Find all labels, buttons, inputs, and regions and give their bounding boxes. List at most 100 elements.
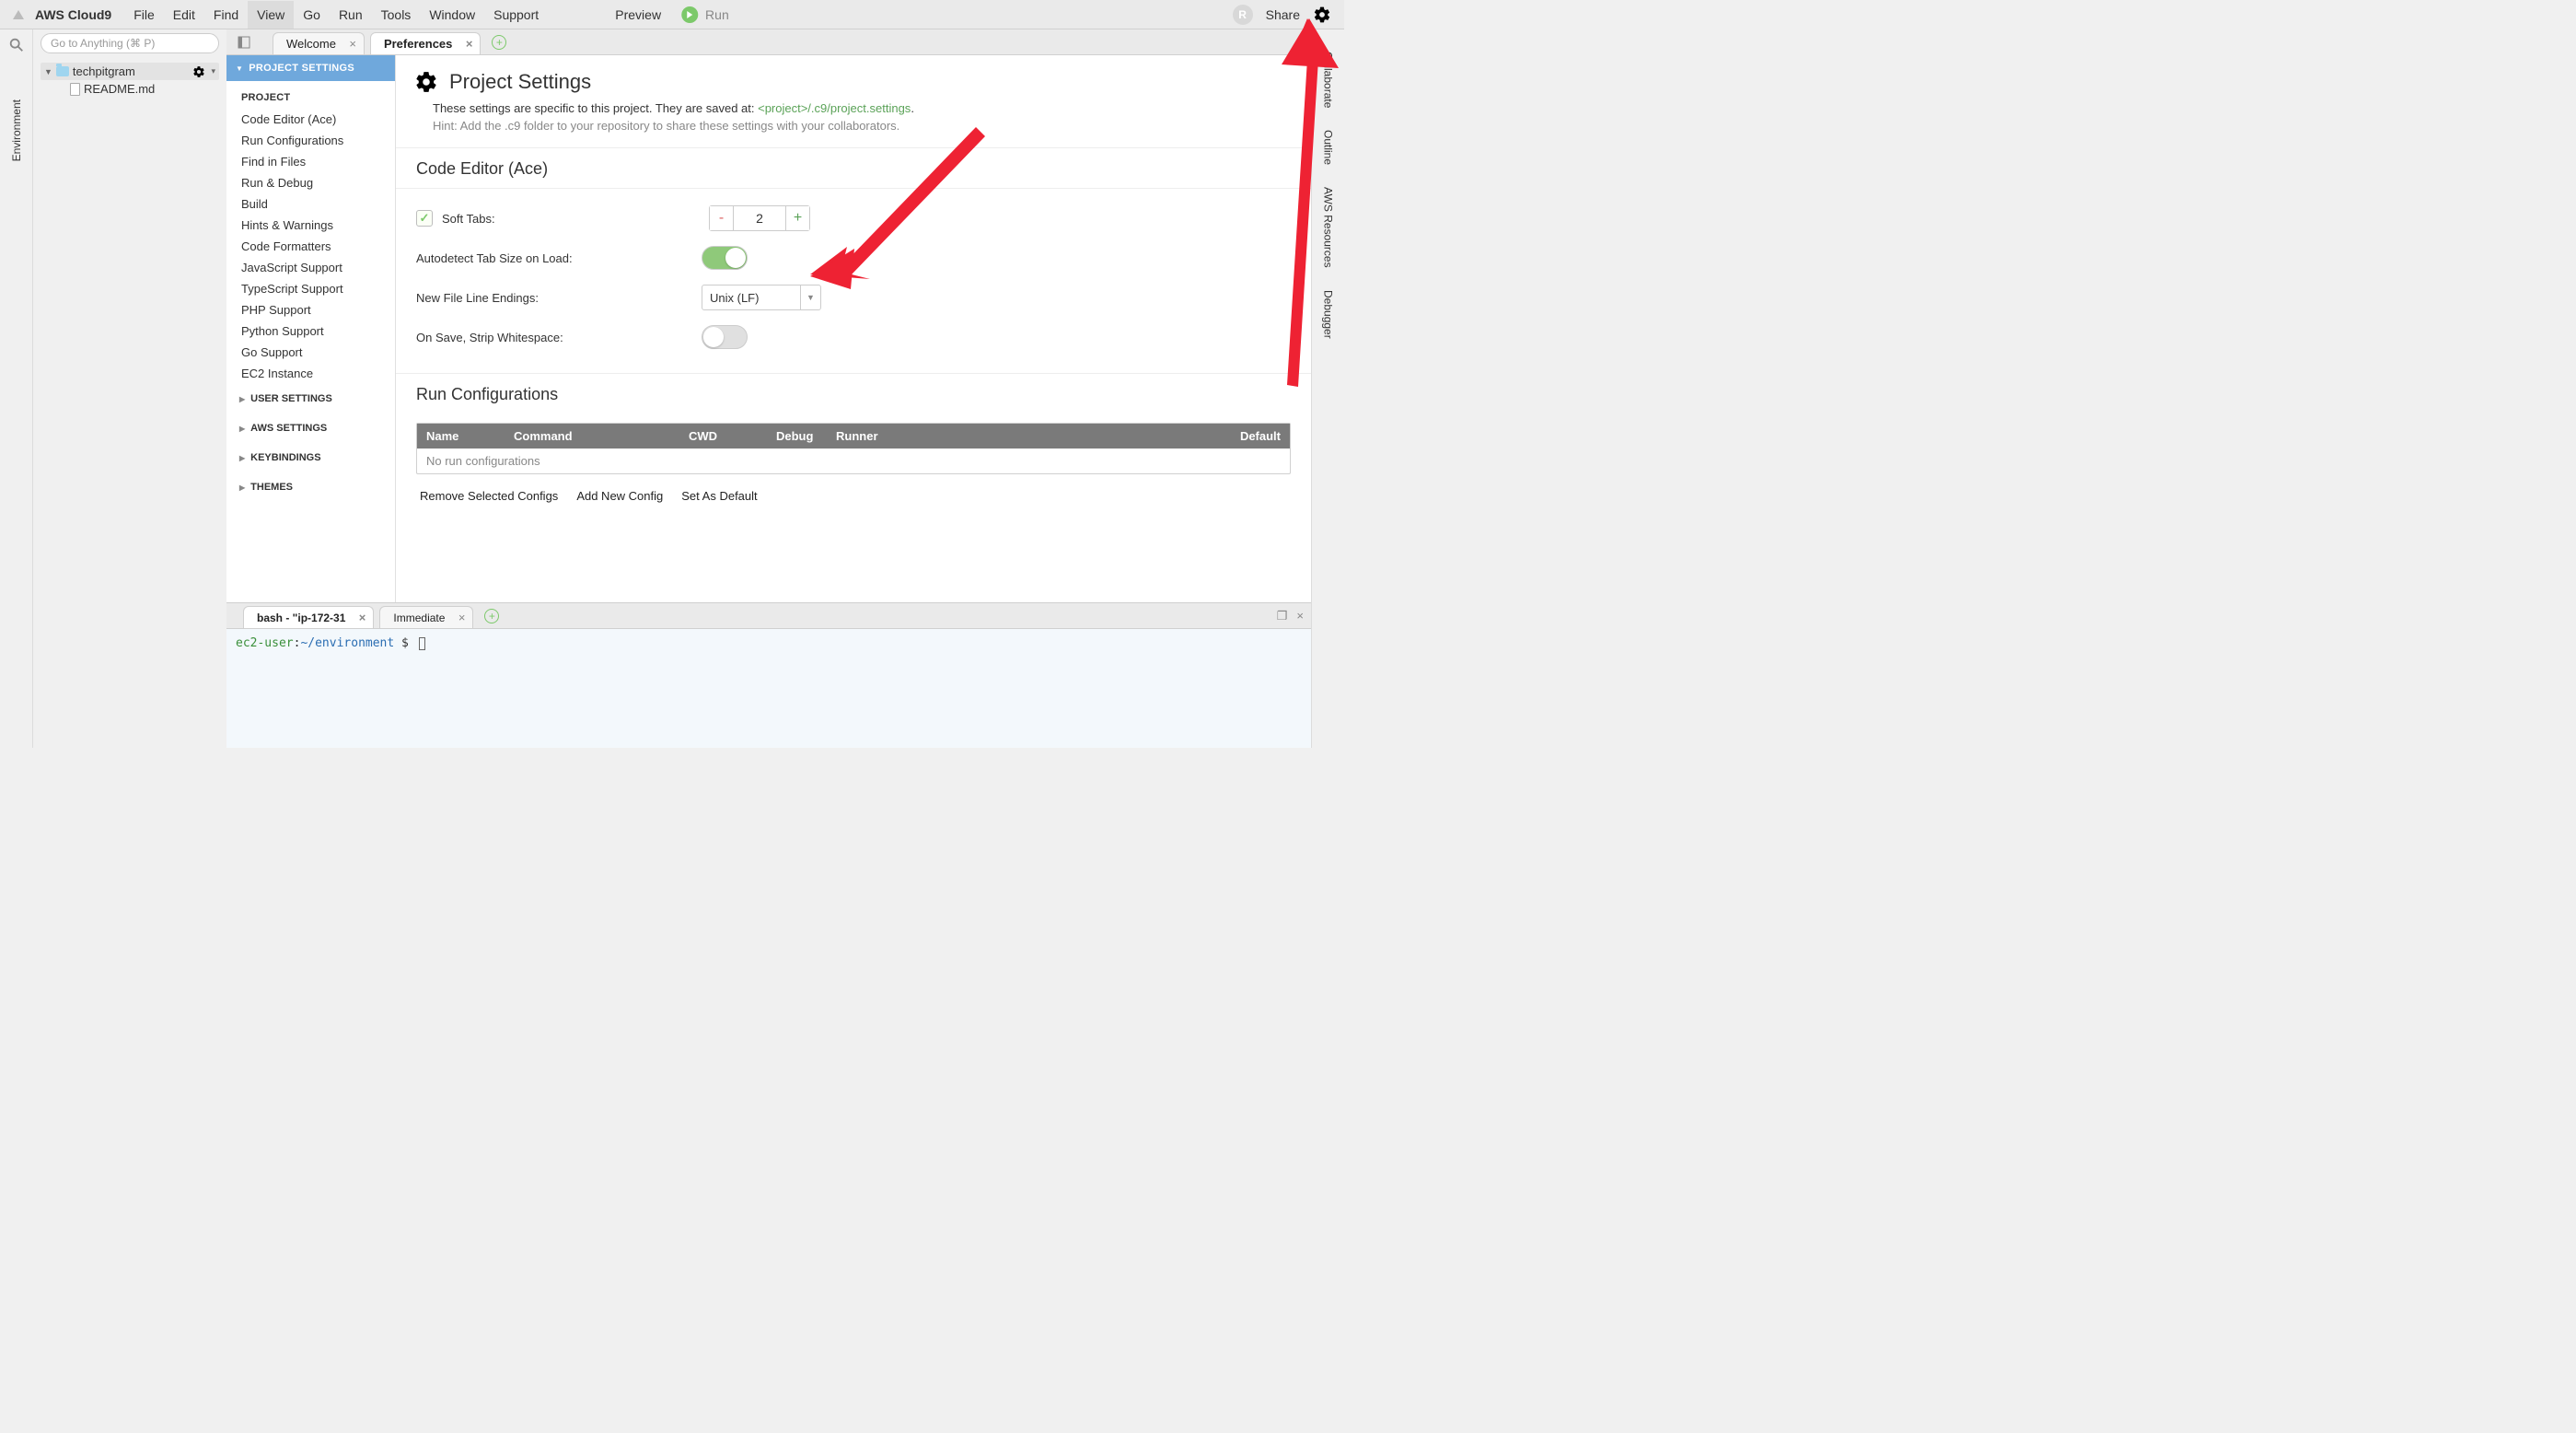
tree-root-label: techpitgram <box>73 64 135 78</box>
search-icon[interactable] <box>8 37 25 53</box>
new-tab-button[interactable]: + <box>492 35 506 50</box>
avatar[interactable]: R <box>1233 5 1253 25</box>
settings-gear-icon[interactable] <box>1313 6 1331 24</box>
tab-preferences[interactable]: Preferences × <box>370 32 481 54</box>
new-bottom-tab-button[interactable]: + <box>484 609 499 623</box>
cloud9-logo <box>11 7 26 22</box>
pref-link-typescript-support[interactable]: TypeScript Support <box>226 278 395 299</box>
tree-gear-icon[interactable] <box>192 65 205 78</box>
pref-link-hints-warnings[interactable]: Hints & Warnings <box>226 215 395 236</box>
pref-section-aws-settings[interactable]: ▶AWS SETTINGS <box>226 414 395 443</box>
pref-section-themes[interactable]: ▶THEMES <box>226 472 395 502</box>
runcfg-empty: No run configurations <box>417 449 1290 473</box>
pref-group-title: PROJECT <box>226 81 395 109</box>
pref-link-javascript-support[interactable]: JavaScript Support <box>226 257 395 278</box>
editor-tabstrip: Welcome × Preferences × + <box>226 29 1311 55</box>
preview-button[interactable]: Preview <box>615 7 661 22</box>
menu-view[interactable]: View <box>248 1 294 29</box>
tab-label: Preferences <box>384 37 452 51</box>
play-icon <box>681 6 698 23</box>
terminal-cursor <box>419 637 425 650</box>
set-default-button[interactable]: Set As Default <box>681 489 757 503</box>
menu-tools[interactable]: Tools <box>372 1 421 29</box>
stepper-minus[interactable]: - <box>710 206 734 230</box>
page-title: Project Settings <box>396 55 1311 101</box>
tab-terminal[interactable]: bash - "ip-172-31 × <box>243 606 374 628</box>
terminal-prompt: $ <box>394 636 415 650</box>
pref-section-project-settings[interactable]: ▼ PROJECT SETTINGS <box>226 55 395 81</box>
tab-welcome[interactable]: Welcome × <box>273 32 365 54</box>
stepper-plus[interactable]: + <box>785 206 809 230</box>
maximize-icon[interactable]: ❐ <box>1277 609 1288 623</box>
menu-file[interactable]: File <box>124 1 164 29</box>
strip-label: On Save, Strip Whitespace: <box>416 331 702 344</box>
tab-label: Immediate <box>393 612 445 624</box>
pref-link-code-editor[interactable]: Code Editor (Ace) <box>226 109 395 130</box>
chevron-down-icon: ▼ <box>236 64 243 73</box>
remove-configs-button[interactable]: Remove Selected Configs <box>420 489 558 503</box>
gear-icon <box>414 70 438 94</box>
close-panel-icon[interactable]: × <box>1296 609 1304 623</box>
pref-section-user-settings[interactable]: ▶USER SETTINGS <box>226 384 395 414</box>
bottom-panel: bash - "ip-172-31 × Immediate × + ❐ × ec… <box>226 602 1311 748</box>
pref-link-find-in-files[interactable]: Find in Files <box>226 151 395 172</box>
tree-file[interactable]: README.md <box>33 80 226 98</box>
pref-link-go-support[interactable]: Go Support <box>226 342 395 363</box>
close-icon[interactable]: × <box>359 611 366 624</box>
close-icon[interactable]: × <box>466 37 473 51</box>
goto-placeholder: Go to Anything (⌘ P) <box>51 37 155 50</box>
goto-anything-input[interactable]: Go to Anything (⌘ P) <box>41 33 219 53</box>
menu-window[interactable]: Window <box>420 1 484 29</box>
menu-go[interactable]: Go <box>294 1 330 29</box>
tree-file-label: README.md <box>84 82 155 96</box>
soft-tabs-stepper: - 2 + <box>709 205 810 231</box>
file-tree: ▼ techpitgram ▾ README.md <box>33 57 226 748</box>
panel-collapse-icon[interactable] <box>238 36 250 49</box>
chevron-down-icon: ▾ <box>211 66 215 76</box>
page-hint: Hint: Add the .c9 folder to your reposit… <box>396 119 1311 147</box>
autodetect-toggle[interactable] <box>702 246 748 270</box>
menu-find[interactable]: Find <box>204 1 248 29</box>
collaborate-tab[interactable]: Collaborate <box>1322 52 1335 108</box>
debugger-tab[interactable]: Debugger <box>1322 290 1335 339</box>
pref-link-ec2-instance[interactable]: EC2 Instance <box>226 363 395 384</box>
terminal[interactable]: ec2-user:~/environment $ <box>226 629 1311 748</box>
tree-root[interactable]: ▼ techpitgram ▾ <box>41 63 219 80</box>
pref-section-keybindings[interactable]: ▶KEYBINDINGS <box>226 443 395 472</box>
pref-link-run-configurations[interactable]: Run Configurations <box>226 130 395 151</box>
strip-toggle[interactable] <box>702 325 748 349</box>
autodetect-label: Autodetect Tab Size on Load: <box>416 251 702 265</box>
menu-run[interactable]: Run <box>330 1 372 29</box>
right-rail: Collaborate Outline AWS Resources Debugg… <box>1311 29 1344 748</box>
col-runner: Runner <box>827 424 937 449</box>
chevron-down-icon: ▼ <box>44 67 52 76</box>
menu-support[interactable]: Support <box>484 1 548 29</box>
runcfg-table: Name Command CWD Debug Runner Default No… <box>416 423 1291 474</box>
pref-link-code-formatters[interactable]: Code Formatters <box>226 236 395 257</box>
pref-link-run-debug[interactable]: Run & Debug <box>226 172 395 193</box>
newfile-select[interactable]: Unix (LF) ▼ <box>702 285 821 310</box>
col-default: Default <box>937 424 1290 449</box>
menu-edit[interactable]: Edit <box>164 1 204 29</box>
soft-tabs-checkbox[interactable] <box>416 210 433 227</box>
add-config-button[interactable]: Add New Config <box>576 489 663 503</box>
close-icon[interactable]: × <box>458 611 466 624</box>
tab-label: bash - "ip-172-31 <box>257 612 345 624</box>
close-icon[interactable]: × <box>349 37 356 51</box>
settings-block-editor: Soft Tabs: - 2 + Autodetect Tab Size on … <box>396 188 1311 373</box>
pref-link-build[interactable]: Build <box>226 193 395 215</box>
newfile-value: Unix (LF) <box>710 291 759 305</box>
run-button[interactable]: Run <box>681 6 729 23</box>
share-button[interactable]: Share <box>1266 7 1300 22</box>
aws-resources-tab[interactable]: AWS Resources <box>1322 187 1335 268</box>
environment-tab[interactable]: Environment <box>10 99 23 161</box>
chevron-right-icon: ▶ <box>239 425 245 433</box>
chevron-right-icon: ▶ <box>239 454 245 462</box>
chevron-right-icon: ▶ <box>239 395 245 403</box>
pref-link-php-support[interactable]: PHP Support <box>226 299 395 320</box>
pref-link-python-support[interactable]: Python Support <box>226 320 395 342</box>
outline-tab[interactable]: Outline <box>1322 130 1335 165</box>
brand: AWS Cloud9 <box>35 7 111 22</box>
tab-immediate[interactable]: Immediate × <box>379 606 473 628</box>
menubar: AWS Cloud9 File Edit Find View Go Run To… <box>0 0 1344 29</box>
